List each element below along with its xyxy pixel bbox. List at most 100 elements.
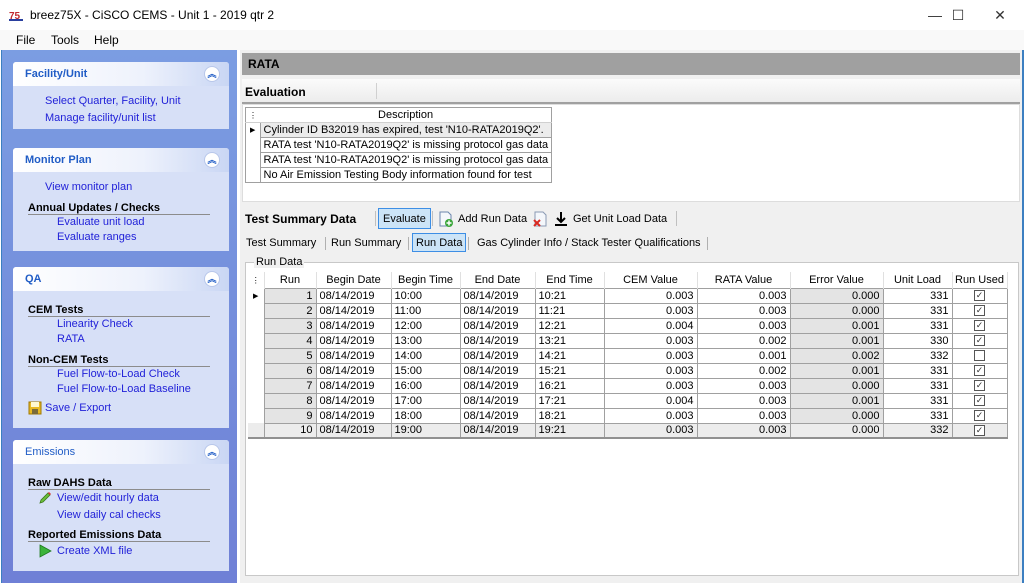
column-header-cem-value[interactable]: CEM Value xyxy=(604,272,698,288)
get-unit-load-button[interactable]: Get Unit Load Data xyxy=(550,208,671,229)
row-selector[interactable]: ▶ xyxy=(248,288,265,303)
cell-cem-value: 0.003 xyxy=(603,332,698,349)
add-run-data-label: Add Run Data xyxy=(458,212,528,225)
table-row[interactable]: ▶ 1 08/14/2019 10:00 08/14/2019 10:21 0.003 0.0… xyxy=(248,287,1008,304)
table-row[interactable]: 6 08/14/2019 15:00 08/14/2019 15:21 0.003 0.00… xyxy=(248,362,1008,379)
add-run-data-button[interactable]: Add Run Data xyxy=(434,208,531,229)
cell-run-used: ✓ xyxy=(951,407,1008,424)
delete-document-icon xyxy=(533,211,547,227)
tab-run-summary[interactable]: Run Summary xyxy=(328,233,404,252)
cell-run: 2 xyxy=(263,302,317,319)
run-used-checkbox[interactable]: ✓ xyxy=(974,424,985,436)
row-selector[interactable] xyxy=(248,423,265,439)
row-selector[interactable] xyxy=(248,303,265,318)
run-used-checkbox[interactable]: ✓ xyxy=(974,305,985,317)
grid-options-icon[interactable]: ⋮ xyxy=(248,272,265,288)
table-row[interactable]: 9 08/14/2019 18:00 08/14/2019 18:21 0.003 0.00… xyxy=(248,407,1008,424)
menu-file[interactable]: File xyxy=(16,33,35,47)
cell-rata-value: 0.003 xyxy=(696,287,791,304)
row-selector[interactable] xyxy=(248,363,265,378)
tab-test-summary[interactable]: Test Summary xyxy=(243,233,319,252)
panel-title: Monitor Plan xyxy=(25,154,92,166)
column-header-description[interactable]: Description xyxy=(260,107,552,123)
evaluation-row[interactable]: ▶ Cylinder ID B32019 has expired, test '… xyxy=(246,122,553,138)
link-view-hourly-data[interactable]: View/edit hourly data xyxy=(57,492,159,504)
row-selector[interactable] xyxy=(248,408,265,423)
row-selector[interactable] xyxy=(248,378,265,393)
table-row[interactable]: 10 08/14/2019 19:00 08/14/2019 19:21 0.003 0.0… xyxy=(248,422,1008,439)
table-row[interactable]: 5 08/14/2019 14:00 08/14/2019 14:21 0.003 0.00… xyxy=(248,347,1008,364)
table-row[interactable]: 2 08/14/2019 11:00 08/14/2019 11:21 0.003 0.00… xyxy=(248,302,1008,319)
run-used-checkbox[interactable]: ✓ xyxy=(974,410,985,422)
run-used-checkbox[interactable]: ✓ xyxy=(974,395,985,407)
main-panel: RATA Evaluation ⋮ Description ▶ Cylinder… xyxy=(240,50,1024,583)
row-selector[interactable] xyxy=(248,333,265,348)
link-save-export[interactable]: Save / Export xyxy=(45,402,111,414)
table-row[interactable]: 4 08/14/2019 13:00 08/14/2019 13:21 0.003 0.00… xyxy=(248,332,1008,349)
cell-run-used: ✓ xyxy=(951,362,1008,379)
link-rata[interactable]: RATA xyxy=(57,333,85,345)
table-row[interactable]: 3 08/14/2019 12:00 08/14/2019 12:21 0.004 0.00… xyxy=(248,317,1008,334)
panel-header[interactable]: Emissions ︽ xyxy=(13,440,229,464)
tab-gas-cylinder-info[interactable]: Gas Cylinder Info / Stack Tester Qualifi… xyxy=(474,233,704,252)
cell-end-date: 08/14/2019 xyxy=(459,422,536,439)
collapse-icon[interactable]: ︽ xyxy=(204,152,220,168)
link-evaluate-ranges[interactable]: Evaluate ranges xyxy=(57,231,137,243)
column-header-rata-value[interactable]: RATA Value xyxy=(697,272,791,288)
grid-options-icon[interactable]: ⋮ xyxy=(245,107,260,123)
delete-run-data-button[interactable] xyxy=(528,208,552,229)
evaluation-row[interactable]: No Air Emission Testing Body information… xyxy=(246,167,553,183)
column-header-end-time[interactable]: End Time xyxy=(535,272,605,288)
collapse-icon[interactable]: ︽ xyxy=(204,271,220,287)
panel-header[interactable]: Monitor Plan ︽ xyxy=(13,148,229,172)
column-header-end-date[interactable]: End Date xyxy=(460,272,536,288)
column-header-begin-time[interactable]: Begin Time xyxy=(391,272,461,288)
evaluation-row[interactable]: RATA test 'N10-RATA2019Q2' is missing pr… xyxy=(246,152,553,168)
run-used-checkbox[interactable]: ✓ xyxy=(974,380,985,392)
cell-begin-time: 12:00 xyxy=(390,317,461,334)
link-create-xml[interactable]: Create XML file xyxy=(57,545,132,557)
cell-begin-time: 15:00 xyxy=(390,362,461,379)
link-fuel-flow-check[interactable]: Fuel Flow-to-Load Check xyxy=(57,368,180,380)
link-view-monitor-plan[interactable]: View monitor plan xyxy=(45,181,132,193)
cell-end-date: 08/14/2019 xyxy=(459,392,536,409)
column-header-run[interactable]: Run xyxy=(264,272,317,288)
collapse-icon[interactable]: ︽ xyxy=(204,444,220,460)
row-selector[interactable] xyxy=(248,348,265,363)
column-header-run-used[interactable]: Run Used xyxy=(952,272,1008,288)
run-used-checkbox[interactable]: ✓ xyxy=(974,365,985,377)
row-selector[interactable] xyxy=(248,393,265,408)
evaluation-row[interactable]: RATA test 'N10-RATA2019Q2' is missing pr… xyxy=(246,137,553,153)
cell-cem-value: 0.003 xyxy=(603,347,698,364)
table-row[interactable]: 8 08/14/2019 17:00 08/14/2019 17:21 0.004 0.00… xyxy=(248,392,1008,409)
column-header-error-value[interactable]: Error Value xyxy=(790,272,884,288)
cell-cem-value: 0.003 xyxy=(603,302,698,319)
link-fuel-flow-baseline[interactable]: Fuel Flow-to-Load Baseline xyxy=(57,383,191,395)
link-evaluate-unit-load[interactable]: Evaluate unit load xyxy=(57,216,144,228)
table-row[interactable]: 7 08/14/2019 16:00 08/14/2019 16:21 0.003 0.00… xyxy=(248,377,1008,394)
cell-end-time: 18:21 xyxy=(534,407,605,424)
link-manage-facility[interactable]: Manage facility/unit list xyxy=(45,112,156,124)
row-header xyxy=(246,138,261,153)
panel-header[interactable]: Facility/Unit ︽ xyxy=(13,62,229,86)
panel-header[interactable]: QA ︽ xyxy=(13,267,229,291)
link-select-quarter[interactable]: Select Quarter, Facility, Unit xyxy=(45,95,181,107)
menu-tools[interactable]: Tools xyxy=(51,33,79,47)
run-used-checkbox[interactable] xyxy=(974,350,985,362)
run-used-checkbox[interactable]: ✓ xyxy=(974,320,985,332)
link-view-daily-cal[interactable]: View daily cal checks xyxy=(57,509,161,521)
link-linearity-check[interactable]: Linearity Check xyxy=(57,318,133,330)
tab-run-data[interactable]: Run Data xyxy=(412,233,467,252)
collapse-icon[interactable]: ︽ xyxy=(204,66,220,82)
menu-help[interactable]: Help xyxy=(94,33,119,47)
run-used-checkbox[interactable]: ✓ xyxy=(974,335,985,347)
cell-run: 9 xyxy=(263,407,317,424)
column-header-unit-load[interactable]: Unit Load xyxy=(883,272,953,288)
run-used-checkbox[interactable]: ✓ xyxy=(974,290,985,302)
cell-end-date: 08/14/2019 xyxy=(459,347,536,364)
column-header-begin-date[interactable]: Begin Date xyxy=(316,272,392,288)
maximize-button[interactable]: ☐ xyxy=(935,0,981,30)
close-button[interactable]: ✕ xyxy=(977,0,1023,30)
row-selector[interactable] xyxy=(248,318,265,333)
evaluate-button[interactable]: Evaluate xyxy=(378,208,431,229)
